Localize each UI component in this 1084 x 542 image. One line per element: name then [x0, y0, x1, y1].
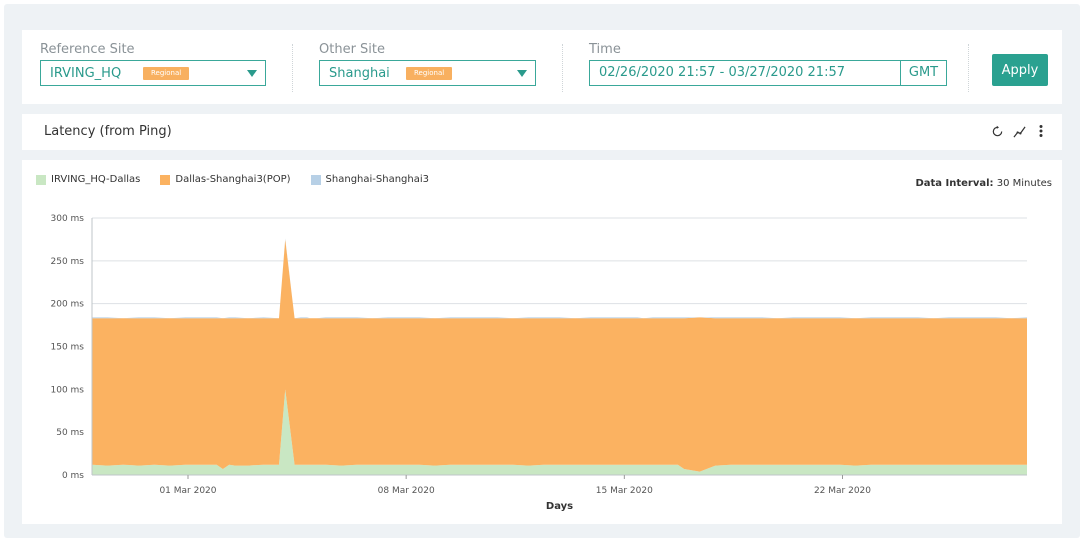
panel-toolbar — [990, 124, 1048, 138]
latency-chart: 0 ms 50 ms 100 ms 150 ms 200 ms 250 ms 300 ms 0… — [51, 214, 1027, 512]
x-tick-label: 15 Mar 2020 — [596, 486, 653, 496]
refresh-icon[interactable] — [990, 124, 1004, 138]
data-interval: Data Interval: 30 Minutes — [915, 178, 1052, 189]
time-range-input[interactable]: 02/26/2020 21:57 - 03/27/2020 21:57 — [590, 61, 900, 85]
reference-site-label: Reference Site — [40, 42, 135, 57]
time-range-field: 02/26/2020 21:57 - 03/27/2020 21:57 GMT — [589, 60, 947, 86]
y-tick-label: 250 ms — [51, 257, 85, 267]
legend-swatch — [310, 174, 321, 185]
x-tick-label: 08 Mar 2020 — [378, 486, 435, 496]
panel-header: Latency (from Ping) — [22, 114, 1062, 150]
chevron-down-icon — [517, 70, 527, 77]
filter-divider — [292, 44, 293, 92]
filter-divider — [968, 44, 969, 92]
chevron-down-icon — [247, 70, 257, 77]
apply-button[interactable]: Apply — [992, 54, 1048, 86]
reference-site-select[interactable]: IRVING_HQ Regional — [40, 60, 266, 86]
y-tick-label: 150 ms — [51, 343, 85, 353]
x-axis-title: Days — [546, 501, 573, 512]
filter-bar: Reference Site IRVING_HQ Regional Other … — [22, 30, 1062, 104]
area-series — [92, 239, 1027, 472]
time-filter: Time 02/26/2020 21:57 - 03/27/2020 21:57… — [589, 42, 947, 86]
other-site-badge: Regional — [406, 67, 453, 80]
other-site-select[interactable]: Shanghai Regional — [319, 60, 536, 86]
legend-item-dallas-shanghai3[interactable]: Dallas-Shanghai3(POP) — [160, 174, 291, 185]
y-tick-label: 50 ms — [56, 428, 84, 438]
legend-swatch — [160, 174, 171, 185]
y-tick-label: 0 ms — [62, 471, 84, 481]
other-site-label: Other Site — [319, 42, 386, 57]
x-tick-label: 22 Mar 2020 — [814, 486, 871, 496]
reference-site-value: IRVING_HQ — [50, 65, 122, 81]
timezone-select[interactable]: GMT — [900, 61, 946, 85]
time-label: Time — [589, 42, 621, 57]
legend-item-shanghai-shanghai3[interactable]: Shanghai-Shanghai3 — [310, 174, 430, 185]
filter-divider — [562, 44, 563, 92]
area-series — [92, 238, 1027, 319]
legend-swatch — [36, 174, 46, 185]
y-tick-label: 100 ms — [51, 385, 85, 395]
legend-label: Dallas-Shanghai3(POP) — [175, 174, 291, 185]
data-interval-value: 30 Minutes — [996, 178, 1052, 189]
more-vertical-icon[interactable] — [1034, 124, 1048, 138]
y-tick-label: 200 ms — [51, 300, 85, 310]
legend-item-irving-dallas[interactable]: IRVING_HQ-Dallas — [36, 174, 140, 185]
reference-site-badge: Regional — [143, 67, 190, 80]
y-tick-label: 300 ms — [51, 214, 85, 224]
legend-label: IRVING_HQ-Dallas — [51, 174, 141, 185]
chart-panel: 0 ms 50 ms 100 ms 150 ms 200 ms 250 ms 300 ms 0… — [22, 160, 1062, 524]
legend-label: Shanghai-Shanghai3 — [325, 174, 430, 185]
reference-site-filter: Reference Site IRVING_HQ Regional — [40, 42, 266, 86]
other-site-filter: Other Site Shanghai Regional — [319, 42, 536, 86]
other-site-value: Shanghai — [329, 65, 390, 81]
panel-title: Latency (from Ping) — [44, 124, 172, 139]
app-frame: Reference Site IRVING_HQ Regional Other … — [4, 4, 1080, 538]
x-tick-label: 01 Mar 2020 — [159, 486, 216, 496]
data-interval-label: Data Interval: — [915, 178, 994, 189]
line-chart-toggle-icon[interactable] — [1012, 124, 1026, 138]
chart-legend: IRVING_HQ-Dallas Dallas-Shanghai3(POP) S… — [36, 174, 429, 185]
